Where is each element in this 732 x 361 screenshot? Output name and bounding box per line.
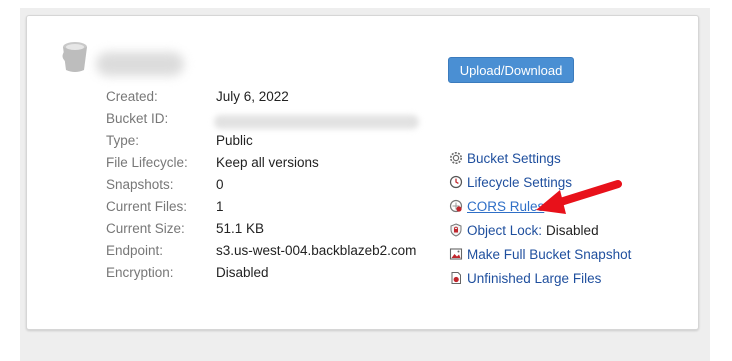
snapshots-value: 0 — [216, 177, 224, 192]
endpoint-value: s3.us-west-004.backblazeb2.com — [216, 243, 417, 258]
bucket-settings-label[interactable]: Bucket Settings — [467, 151, 561, 166]
image-icon — [449, 248, 463, 260]
size-value: 51.1 KB — [216, 221, 265, 236]
snapshots-label: Snapshots: — [106, 177, 174, 192]
shield-lock-icon — [450, 223, 462, 237]
bucket-icon — [62, 42, 87, 72]
make-snapshot-label[interactable]: Make Full Bucket Snapshot — [467, 247, 631, 262]
lifecycle-label: File Lifecycle: — [106, 155, 188, 170]
clock-icon — [449, 175, 463, 189]
cors-icon — [449, 199, 463, 213]
upload-download-button[interactable]: Upload/Download — [448, 57, 574, 83]
created-value: July 6, 2022 — [216, 89, 289, 104]
lifecycle-value: Keep all versions — [216, 155, 319, 170]
files-value: 1 — [216, 199, 224, 214]
encryption-label: Encryption: — [106, 265, 174, 280]
files-label: Current Files: — [106, 199, 188, 214]
type-value: Public — [216, 133, 253, 148]
object-lock-label[interactable]: Object Lock: — [467, 223, 542, 238]
gear-icon — [450, 152, 462, 164]
bucket-settings-link[interactable]: Bucket Settings — [449, 148, 561, 168]
unfinished-files-label[interactable]: Unfinished Large Files — [467, 271, 601, 286]
bucket-name-redacted — [96, 52, 184, 76]
endpoint-label: Endpoint: — [106, 243, 164, 258]
encryption-value: Disabled — [216, 265, 269, 280]
object-lock-row[interactable]: Object Lock: Disabled — [449, 220, 599, 240]
make-snapshot-link[interactable]: Make Full Bucket Snapshot — [449, 244, 631, 264]
created-label: Created: — [106, 89, 158, 104]
unfinished-files-link[interactable]: Unfinished Large Files — [449, 268, 601, 288]
red-arrow-annotation — [536, 180, 622, 214]
file-icon — [451, 272, 461, 284]
size-label: Current Size: — [106, 221, 185, 236]
object-lock-status: Disabled — [546, 222, 599, 238]
bucket-id-redacted — [214, 115, 419, 129]
type-label: Type: — [106, 133, 140, 148]
bucket-id-label: Bucket ID: — [106, 111, 169, 126]
